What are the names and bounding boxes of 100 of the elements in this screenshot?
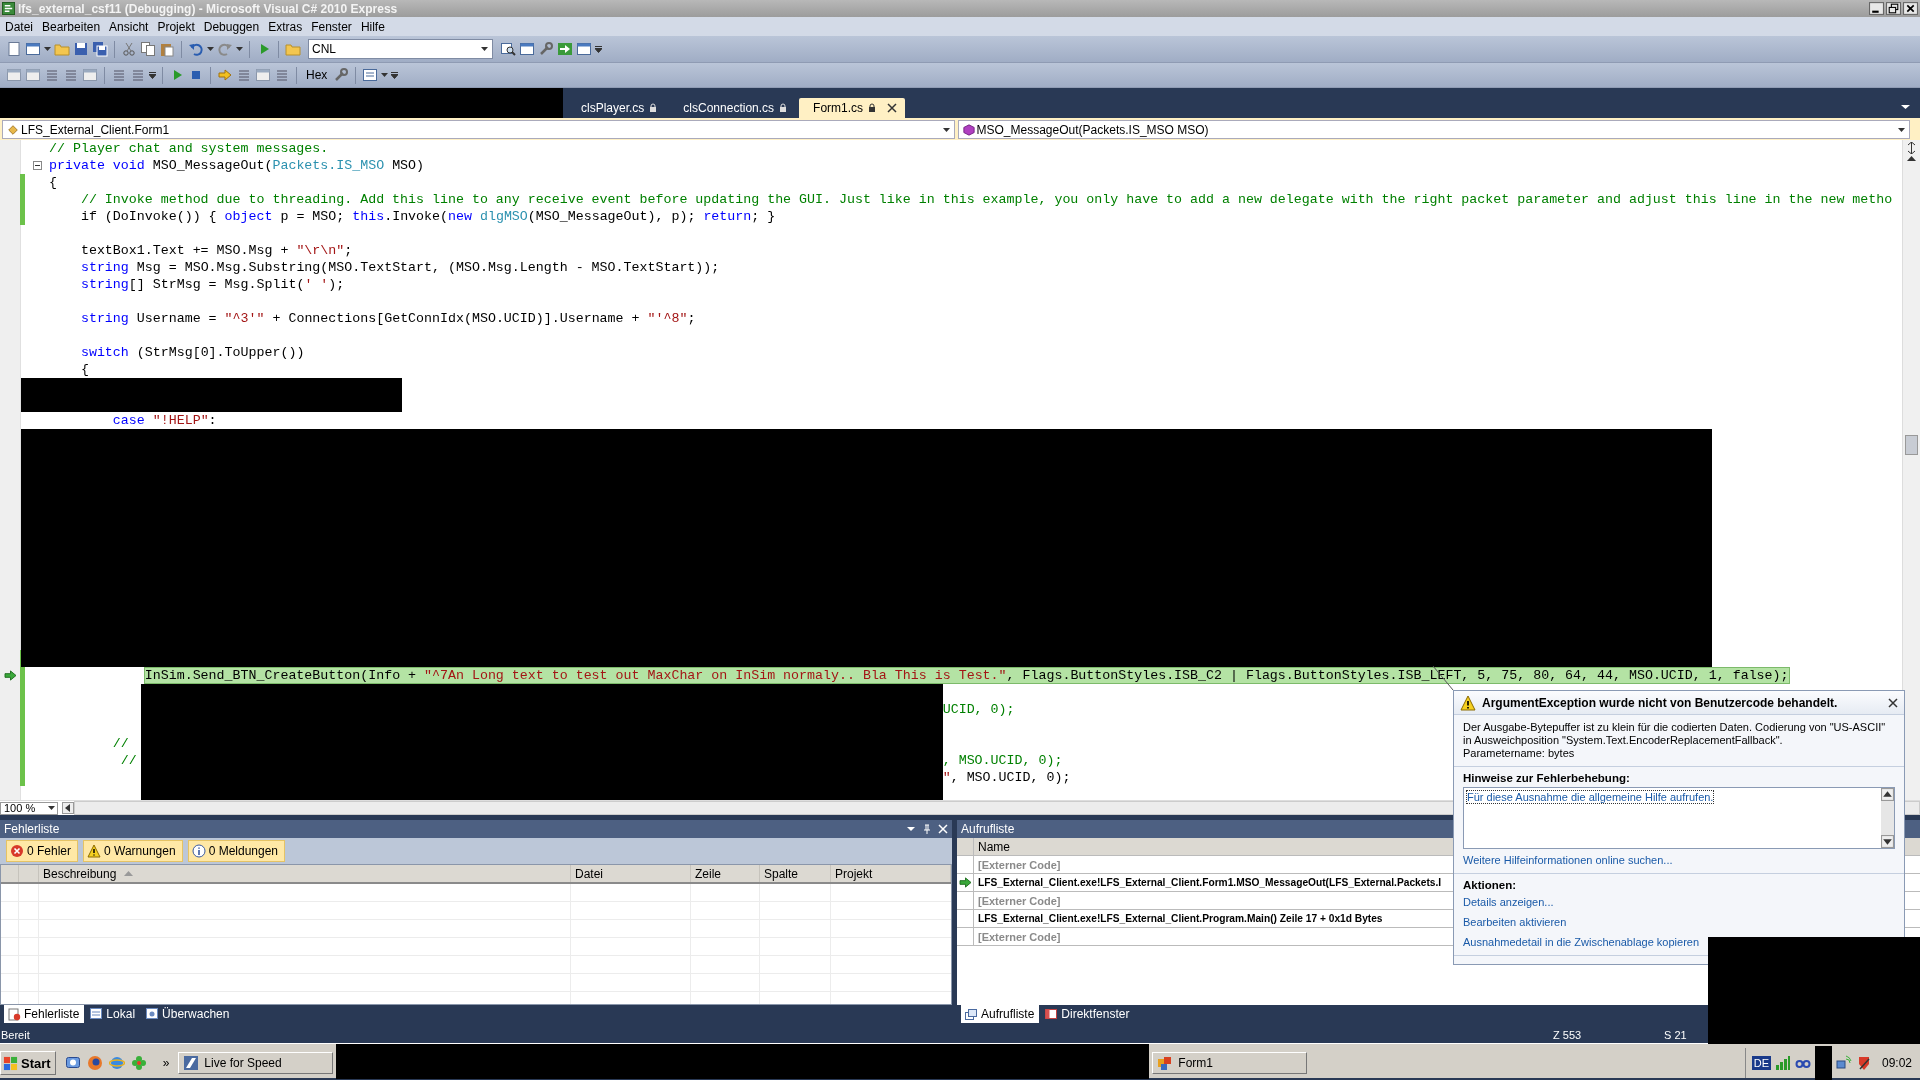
- document-tab[interactable]: clsConnection.cs: [669, 98, 796, 118]
- caret-icon[interactable]: [906, 824, 916, 834]
- caret-icon[interactable]: [236, 47, 243, 51]
- panel-tab[interactable]: Überwachen: [142, 1005, 235, 1023]
- pin-icon[interactable]: [922, 824, 932, 834]
- scroll-up-icon[interactable]: [1881, 788, 1894, 801]
- chevron-icon[interactable]: [149, 71, 156, 79]
- search-icon[interactable]: [500, 41, 516, 57]
- column-header[interactable]: Zeile: [691, 865, 760, 882]
- column-header[interactable]: Beschreibung: [39, 865, 571, 882]
- wrench-icon[interactable]: [538, 41, 554, 57]
- scroll-thumb[interactable]: [1905, 435, 1918, 455]
- cut-icon[interactable]: [121, 41, 137, 57]
- action-link[interactable]: Bearbeiten aktivieren: [1463, 914, 1567, 931]
- document-tab[interactable]: Form1.cs: [799, 98, 906, 118]
- menu-item[interactable]: Fenster: [308, 19, 358, 34]
- window-icon[interactable]: [82, 67, 98, 83]
- column-header[interactable]: Spalte: [760, 865, 831, 882]
- wrench-icon[interactable]: [333, 67, 350, 83]
- window-icon[interactable]: [255, 67, 271, 83]
- browser-icon[interactable]: [86, 1055, 103, 1071]
- caret-icon[interactable]: [44, 47, 51, 51]
- type-dropdown[interactable]: LFS_External_Client.Form1: [2, 120, 955, 139]
- caret-icon[interactable]: [381, 73, 389, 77]
- window-icon[interactable]: [519, 41, 535, 57]
- document-icon[interactable]: [6, 41, 22, 57]
- window-icon[interactable]: [576, 41, 592, 57]
- document-tab[interactable]: clsPlayer.cs: [567, 98, 666, 118]
- action-link[interactable]: Details anzeigen...: [1463, 894, 1554, 911]
- menu-item[interactable]: Ansicht: [106, 19, 155, 34]
- window-icon: [145, 1007, 160, 1021]
- column-header[interactable]: Projekt: [831, 865, 951, 882]
- globe-icon[interactable]: [108, 1055, 125, 1071]
- chevron-icon[interactable]: [595, 45, 602, 53]
- restore-icon[interactable]: [1886, 2, 1901, 15]
- caret-icon[interactable]: [207, 47, 214, 51]
- filter-button[interactable]: 0 Meldungen: [187, 840, 286, 862]
- column-header[interactable]: Datei: [571, 865, 691, 882]
- menu-item[interactable]: Extras: [265, 19, 309, 34]
- info-icon: [191, 844, 206, 858]
- panel-tab[interactable]: Aufrufliste: [961, 1005, 1040, 1023]
- panel-tab[interactable]: Direktfenster: [1041, 1005, 1135, 1023]
- paste-icon[interactable]: [159, 41, 175, 57]
- save-icon[interactable]: [73, 41, 89, 57]
- scroll-left-icon[interactable]: [62, 802, 74, 814]
- filter-button[interactable]: 0 Warnungen: [83, 840, 183, 862]
- help-link[interactable]: Für diese Ausnahme die allgemeine Hilfe aufrufen.: [1467, 791, 1714, 803]
- undo-icon[interactable]: [188, 41, 204, 57]
- online-help-link[interactable]: Weitere Hilfeinformationen online suchen...: [1463, 852, 1673, 869]
- hex-button[interactable]: Hex: [303, 67, 331, 83]
- window-icon[interactable]: [362, 67, 379, 83]
- code-line: {: [49, 175, 57, 190]
- minimize-icon[interactable]: [1869, 2, 1884, 15]
- caret-icon[interactable]: [1901, 104, 1910, 110]
- panel-tab[interactable]: Fehlerliste: [4, 1005, 85, 1023]
- flower-icon[interactable]: [130, 1055, 147, 1071]
- solution-config-dropdown[interactable]: CNL: [308, 39, 493, 59]
- taskbar-button[interactable]: Live for Speed: [178, 1052, 334, 1074]
- code-fragment: , MSO.UCID, 0);: [942, 753, 1063, 768]
- desktop-icon[interactable]: [64, 1055, 81, 1071]
- window-icon[interactable]: [25, 67, 41, 83]
- close-icon[interactable]: [887, 103, 898, 113]
- menu-item[interactable]: Bearbeiten: [39, 19, 107, 34]
- window-icon[interactable]: [6, 67, 22, 83]
- menu-item[interactable]: Debuggen: [200, 19, 266, 34]
- lock-icon: [649, 103, 658, 113]
- scroll-down-icon[interactable]: [1881, 835, 1894, 848]
- signal-icon[interactable]: [1774, 1055, 1791, 1071]
- network-icon[interactable]: [1835, 1055, 1852, 1071]
- member-dropdown[interactable]: MSO_MessageOut(Packets.IS_MSO MSO): [957, 120, 1910, 139]
- code-line: string[] StrMsg = Msg.Split(' ');: [80, 277, 345, 292]
- chevron-icon[interactable]: [391, 71, 399, 79]
- menu-item[interactable]: Projekt: [154, 19, 201, 34]
- method-icon: [962, 123, 975, 136]
- taskbar-button[interactable]: Form1: [1152, 1052, 1308, 1074]
- hints-list[interactable]: Für diese Ausnahme die allgemeine Hilfe aufrufen.: [1463, 787, 1895, 849]
- panel-tab[interactable]: Lokal: [86, 1005, 141, 1023]
- quick-launch-overflow[interactable]: »: [162, 1056, 170, 1070]
- close-icon[interactable]: [1903, 2, 1918, 15]
- call-stack-entry[interactable]: LFS_External_Client.exe!LFS_External_Client.Program.Main() Zeile 17 + 0x1d Bytes: [978, 913, 1383, 924]
- filter-button[interactable]: 0 Fehler: [6, 840, 79, 862]
- call-stack-entry[interactable]: LFS_External_Client.exe!LFS_External_Client.Form1.MSO_MessageOut(LFS_External.Packets.I: [978, 877, 1442, 888]
- language-indicator[interactable]: DE: [1751, 1056, 1771, 1070]
- window-icon[interactable]: [25, 41, 41, 57]
- action-link[interactable]: Ausnahmedetail in die Zwischenablage kopieren: [1463, 934, 1700, 951]
- menu-item[interactable]: Hilfe: [357, 19, 391, 34]
- code-line: textBox1.Text += MSO.Msg + "\r\n";: [80, 243, 353, 258]
- section-heading: Hinweise zur Fehlerbehebung:: [1463, 772, 1630, 784]
- collapse-icon[interactable]: [33, 161, 42, 170]
- code-line: //: [112, 736, 129, 751]
- copy-icon[interactable]: [140, 41, 156, 57]
- save-all-icon[interactable]: [92, 41, 108, 57]
- split-handle-icon[interactable]: [1905, 142, 1918, 154]
- close-icon[interactable]: [1888, 697, 1898, 708]
- zoom-dropdown[interactable]: 100 %: [0, 801, 58, 815]
- menu-item[interactable]: Datei: [2, 19, 39, 34]
- caret-icon: [942, 127, 950, 132]
- scroll-up-icon[interactable]: [1905, 154, 1918, 164]
- vertical-scrollbar[interactable]: [1902, 140, 1920, 800]
- start-button[interactable]: Start: [0, 1051, 56, 1075]
